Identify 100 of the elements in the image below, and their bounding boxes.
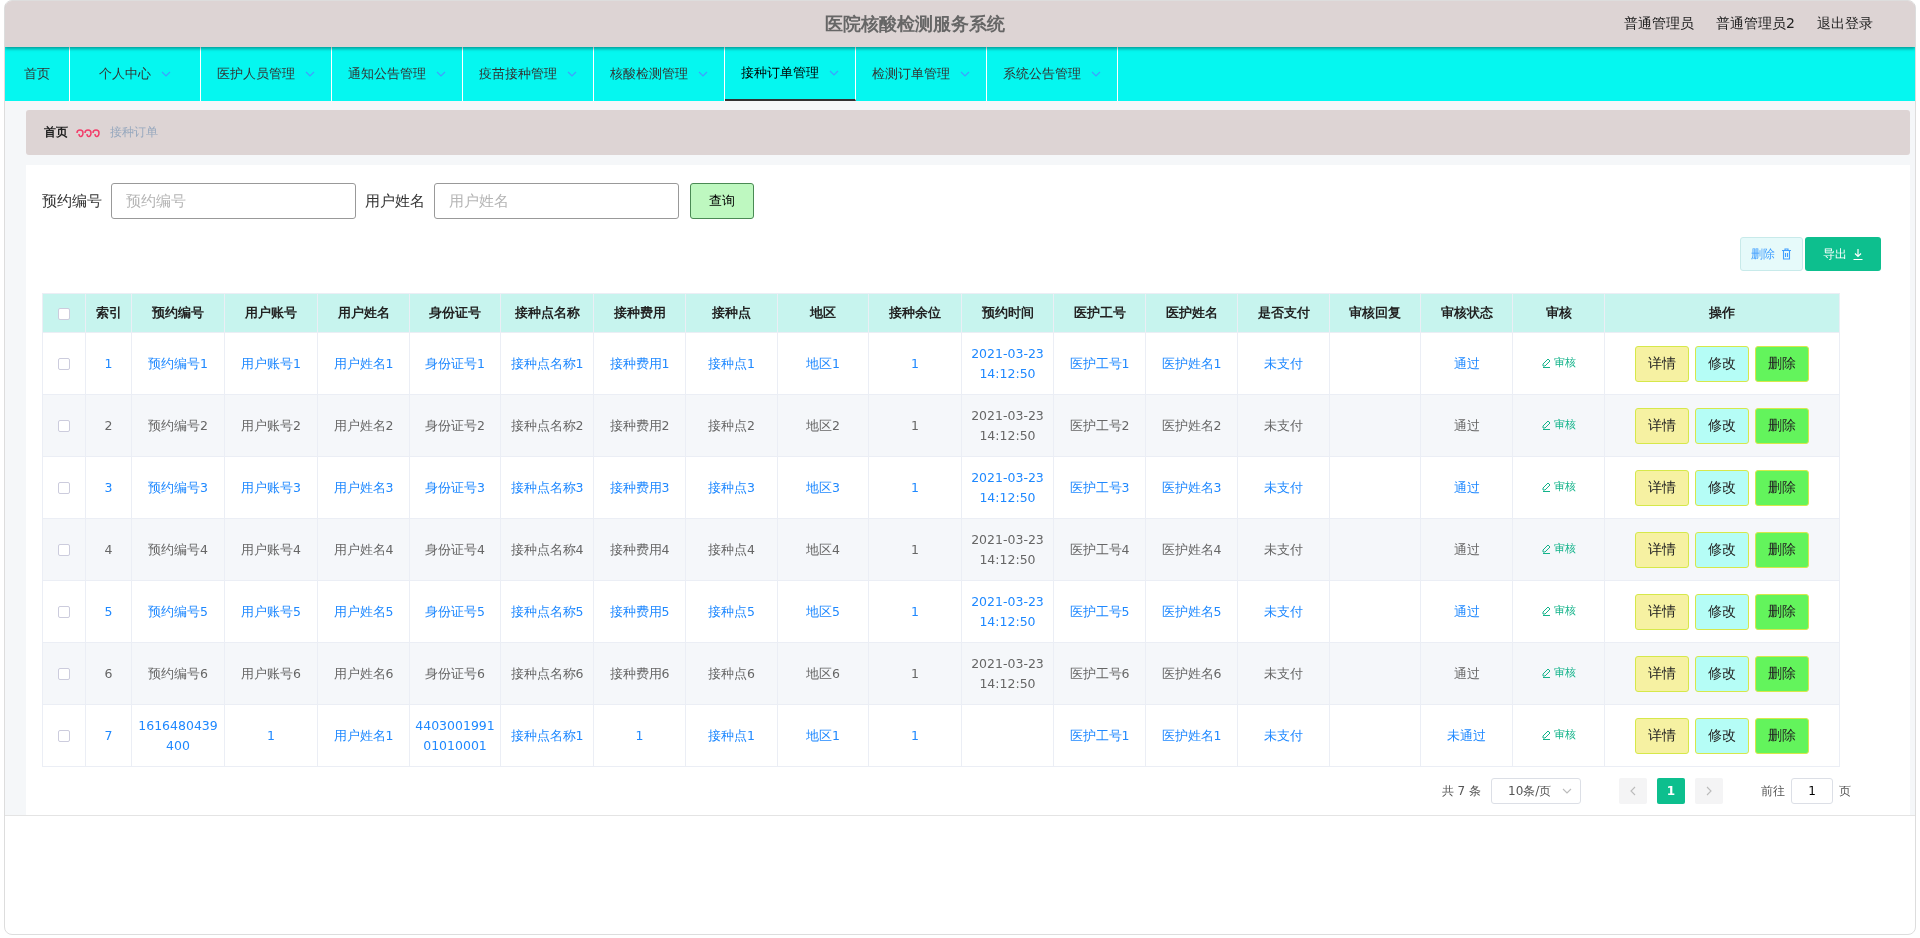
column-header: 索引 <box>95 304 122 320</box>
edit-button[interactable]: 修改 <box>1695 655 1749 692</box>
row-checkbox[interactable] <box>58 730 70 742</box>
row-checkbox[interactable] <box>58 606 70 618</box>
delete-button[interactable]: 删除 <box>1755 717 1809 754</box>
search-field[interactable]: 用户姓名 <box>434 183 679 219</box>
logout-link[interactable]: 退出登录 <box>1817 15 1873 33</box>
table-cell: 未支付 <box>1264 603 1303 619</box>
search-button[interactable]: 查询 <box>690 183 754 219</box>
row-checkbox[interactable] <box>58 544 70 556</box>
page-size-select[interactable]: 10条/页 <box>1491 778 1581 804</box>
table-cell: 用户姓名1 <box>333 355 394 371</box>
caret-icon <box>1562 788 1572 794</box>
delete-button[interactable]: 删除 <box>1755 655 1809 692</box>
row-checkbox[interactable] <box>58 358 70 370</box>
table-cell: 3 <box>104 479 113 495</box>
detail-button[interactable]: 详情 <box>1635 407 1689 444</box>
table-cell: 2021-03-23 14:12:50 <box>971 655 1044 691</box>
table-cell: 1 <box>911 727 919 743</box>
table-cell: 用户姓名1 <box>333 727 394 743</box>
table-cell: 用户账号2 <box>241 417 301 433</box>
table-cell: 5 <box>104 603 113 619</box>
column-header: 接种点 <box>712 304 751 320</box>
edit-button[interactable]: 修改 <box>1695 531 1749 568</box>
edit-button[interactable]: 修改 <box>1695 593 1749 630</box>
table-cell: 通过 <box>1453 665 1480 681</box>
table-cell: 地区4 <box>806 541 840 557</box>
table-cell: 1 <box>911 479 919 495</box>
table-cell: 医护工号2 <box>1069 417 1130 433</box>
table-cell: 1 <box>911 417 919 433</box>
table-cell: 未支付 <box>1264 541 1303 557</box>
column-header: 接种余位 <box>889 304 941 320</box>
table-cell: 未通过 <box>1447 727 1486 743</box>
edit-button[interactable]: 修改 <box>1695 717 1749 754</box>
table-cell: 用户姓名5 <box>333 603 394 619</box>
table-cell: 身份证号4 <box>425 541 485 557</box>
table-cell: 接种费用4 <box>609 541 670 557</box>
next-page-button[interactable] <box>1695 778 1723 804</box>
table-cell: 医护姓名5 <box>1161 603 1222 619</box>
swirl-icon <box>76 126 102 139</box>
delete-button[interactable]: 删除 <box>1755 469 1809 506</box>
detail-button[interactable]: 详情 <box>1635 655 1689 692</box>
column-header: 用户姓名 <box>337 304 390 320</box>
edit-button[interactable]: 修改 <box>1695 469 1749 506</box>
delete-button[interactable]: 删除 <box>1755 345 1809 382</box>
pencil-icon <box>1541 544 1551 554</box>
column-header: 接种费用 <box>613 304 666 320</box>
field-label: 用户姓名 <box>365 191 425 211</box>
table-cell: 接种点4 <box>708 541 755 557</box>
table-cell: 接种费用2 <box>609 417 670 433</box>
detail-button[interactable]: 详情 <box>1635 345 1689 382</box>
table-cell: 医护姓名1 <box>1161 727 1222 743</box>
row-checkbox[interactable] <box>58 668 70 680</box>
detail-button[interactable]: 详情 <box>1635 469 1689 506</box>
table-cell: 用户账号5 <box>241 603 301 619</box>
edit-button[interactable]: 修改 <box>1695 345 1749 382</box>
table-cell: 接种费用6 <box>609 665 670 681</box>
total-count: 共 7 条 <box>1441 782 1481 800</box>
edit-button[interactable]: 修改 <box>1695 407 1749 444</box>
table-cell: 预约编号3 <box>148 479 208 495</box>
table-cell: 通过 <box>1453 479 1480 495</box>
table-cell: 接种费用1 <box>609 355 670 371</box>
table-cell: 地区1 <box>806 355 840 371</box>
delete-button[interactable]: 删除 <box>1755 407 1809 444</box>
table-cell: 身份证号3 <box>425 479 485 495</box>
delete-button[interactable]: 删除 <box>1755 593 1809 630</box>
table-cell: 1 <box>104 355 113 371</box>
table-cell: 预约编号4 <box>148 541 208 557</box>
row-checkbox[interactable] <box>58 482 70 494</box>
table-cell: 医护姓名3 <box>1161 479 1222 495</box>
detail-button[interactable]: 详情 <box>1635 717 1689 754</box>
pencil-icon <box>1541 358 1551 368</box>
table-cell: 1 <box>911 355 919 371</box>
table-cell: 医护工号3 <box>1069 479 1130 495</box>
table-cell: 用户姓名6 <box>333 665 394 681</box>
detail-button[interactable]: 详情 <box>1635 593 1689 630</box>
table-cell: 1 <box>911 665 919 681</box>
detail-button[interactable]: 详情 <box>1635 531 1689 568</box>
table-cell: 2021-03-23 14:12:50 <box>971 345 1044 381</box>
select-all-checkbox[interactable] <box>58 308 70 320</box>
breadcrumb-item: 接种订单 <box>110 124 158 141</box>
row-checkbox[interactable] <box>58 420 70 432</box>
table-cell: 地区6 <box>806 665 840 681</box>
search-field[interactable]: 预约编号 <box>111 183 356 219</box>
table-cell: 接种点1 <box>708 727 755 743</box>
user-name: 普通管理员2 <box>1716 15 1795 33</box>
delete-button[interactable]: 删除 <box>1755 531 1809 568</box>
pencil-icon <box>1541 420 1551 430</box>
table-cell: 6 <box>104 665 113 681</box>
table-cell: 用户账号1 <box>241 355 301 371</box>
table-cell: 未支付 <box>1264 665 1303 681</box>
table-cell: 1 <box>267 727 275 743</box>
table-cell: 医护姓名4 <box>1161 541 1222 557</box>
table-cell: 预约编号5 <box>148 603 208 619</box>
breadcrumb-item[interactable]: 首页 <box>44 124 68 141</box>
table-cell: 1 <box>635 727 644 743</box>
page-input[interactable]: 1 <box>1791 778 1833 804</box>
column-header: 医护姓名 <box>1165 304 1218 320</box>
table-cell: 医护姓名6 <box>1161 665 1222 681</box>
prev-page-button[interactable] <box>1619 778 1647 804</box>
